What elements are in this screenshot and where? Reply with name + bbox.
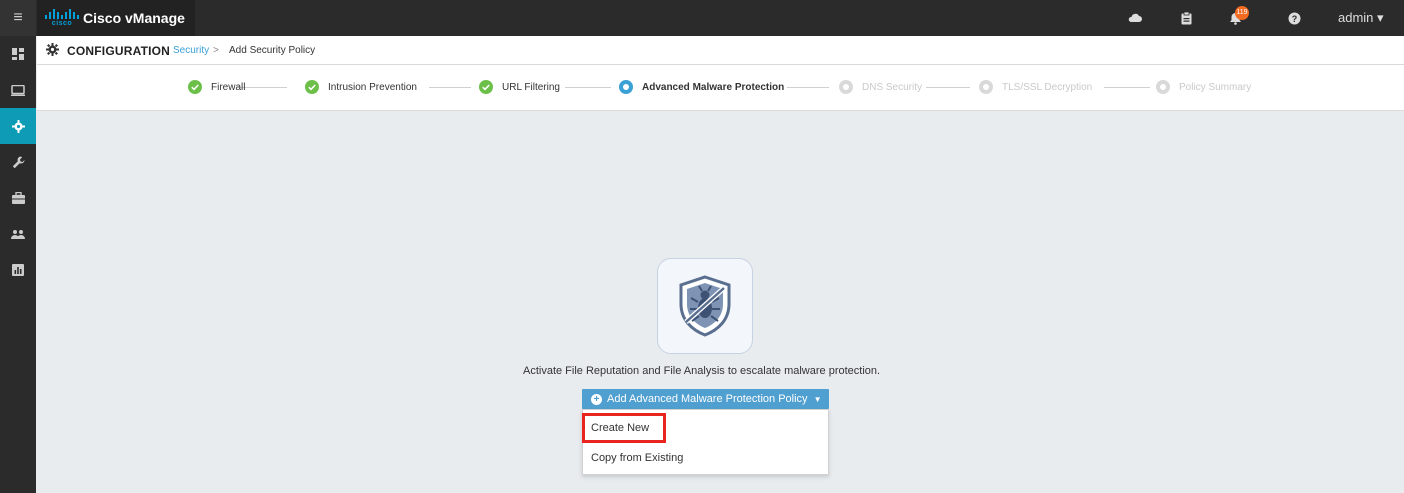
check-circle-icon	[188, 80, 202, 94]
active-step-circle-icon	[619, 80, 633, 94]
wrench-icon[interactable]	[0, 144, 36, 180]
step-connector	[787, 87, 829, 88]
step-url-filtering[interactable]: URL Filtering	[479, 79, 560, 95]
cisco-logo: cisco	[45, 7, 79, 29]
page-title: CONFIGURATION	[67, 44, 171, 58]
menu-item-label: Copy from Existing	[591, 452, 684, 464]
menu-item-create-new[interactable]: Create New	[583, 415, 828, 441]
app-title: Cisco vManage	[83, 10, 185, 26]
caret-down-icon: ▼	[813, 394, 822, 404]
add-policy-dropdown-menu: Create New Copy from Existing	[582, 409, 829, 475]
step-connector	[429, 87, 471, 88]
menu-item-label: Create New	[591, 422, 650, 434]
analytics-icon[interactable]	[0, 252, 36, 288]
hamburger-icon[interactable]: ≡	[0, 0, 36, 36]
dashboard-icon[interactable]	[0, 36, 36, 72]
step-label: Advanced Malware Protection	[642, 81, 785, 93]
notification-badge: 119	[1235, 6, 1249, 20]
step-label: Firewall	[211, 81, 246, 93]
amp-description: Activate File Reputation and File Analys…	[523, 365, 881, 377]
policy-wizard-steps: Firewall Intrusion Prevention URL Filter…	[37, 65, 1404, 111]
step-label: Intrusion Prevention	[328, 81, 417, 93]
step-connector	[1104, 87, 1150, 88]
gear-icon[interactable]	[0, 108, 36, 144]
step-policy-summary[interactable]: Policy Summary	[1156, 79, 1251, 95]
top-navigation-bar: ≡ cisco Cisco vManage 119 ? admin ▾	[0, 0, 1404, 36]
step-intrusion-prevention[interactable]: Intrusion Prevention	[305, 79, 417, 95]
shield-bug-icon	[657, 258, 753, 354]
users-icon[interactable]	[0, 216, 36, 252]
monitor-icon[interactable]	[0, 72, 36, 108]
step-firewall[interactable]: Firewall	[188, 79, 245, 95]
plus-circle-icon: +	[591, 393, 602, 405]
cisco-logo-text: cisco	[51, 20, 73, 27]
step-label: TLS/SSL Decryption	[1002, 81, 1093, 93]
main-content: CONFIGURATION Security > Add Security Po…	[37, 36, 1404, 493]
step-label: URL Filtering	[502, 81, 560, 93]
step-label: DNS Security	[862, 81, 923, 93]
check-circle-icon	[479, 80, 493, 94]
clipboard-icon[interactable]	[1176, 8, 1196, 28]
step-label: Policy Summary	[1179, 81, 1252, 93]
help-icon[interactable]: ?	[1284, 8, 1304, 28]
cloud-icon[interactable]	[1125, 8, 1145, 28]
svg-text:?: ?	[1291, 14, 1297, 24]
pending-step-circle-icon	[839, 80, 853, 94]
left-sidebar	[0, 36, 36, 493]
pending-step-circle-icon	[979, 80, 993, 94]
breadcrumb-separator: >	[213, 45, 219, 56]
user-menu[interactable]: admin ▾	[1338, 10, 1384, 26]
configuration-gear-icon	[46, 43, 59, 61]
pending-step-circle-icon	[1156, 80, 1170, 94]
add-amp-policy-button[interactable]: + Add Advanced Malware Protection Policy…	[582, 389, 829, 409]
bell-icon[interactable]: 119	[1225, 6, 1249, 28]
step-connector	[565, 87, 611, 88]
add-amp-policy-label: Add Advanced Malware Protection Policy	[607, 393, 808, 405]
step-connector	[926, 87, 970, 88]
menu-item-copy-from-existing[interactable]: Copy from Existing	[583, 445, 828, 471]
step-tls-ssl-decryption[interactable]: TLS/SSL Decryption	[979, 79, 1092, 95]
breadcrumb: CONFIGURATION Security > Add Security Po…	[37, 36, 1404, 65]
briefcase-icon[interactable]	[0, 180, 36, 216]
brand[interactable]: cisco Cisco vManage	[37, 0, 195, 36]
step-dns-security[interactable]: DNS Security	[839, 79, 922, 95]
step-advanced-malware-protection[interactable]: Advanced Malware Protection	[619, 79, 784, 95]
breadcrumb-current: Add Security Policy	[229, 45, 316, 56]
breadcrumb-link-security[interactable]: Security	[173, 45, 209, 56]
check-circle-icon	[305, 80, 319, 94]
